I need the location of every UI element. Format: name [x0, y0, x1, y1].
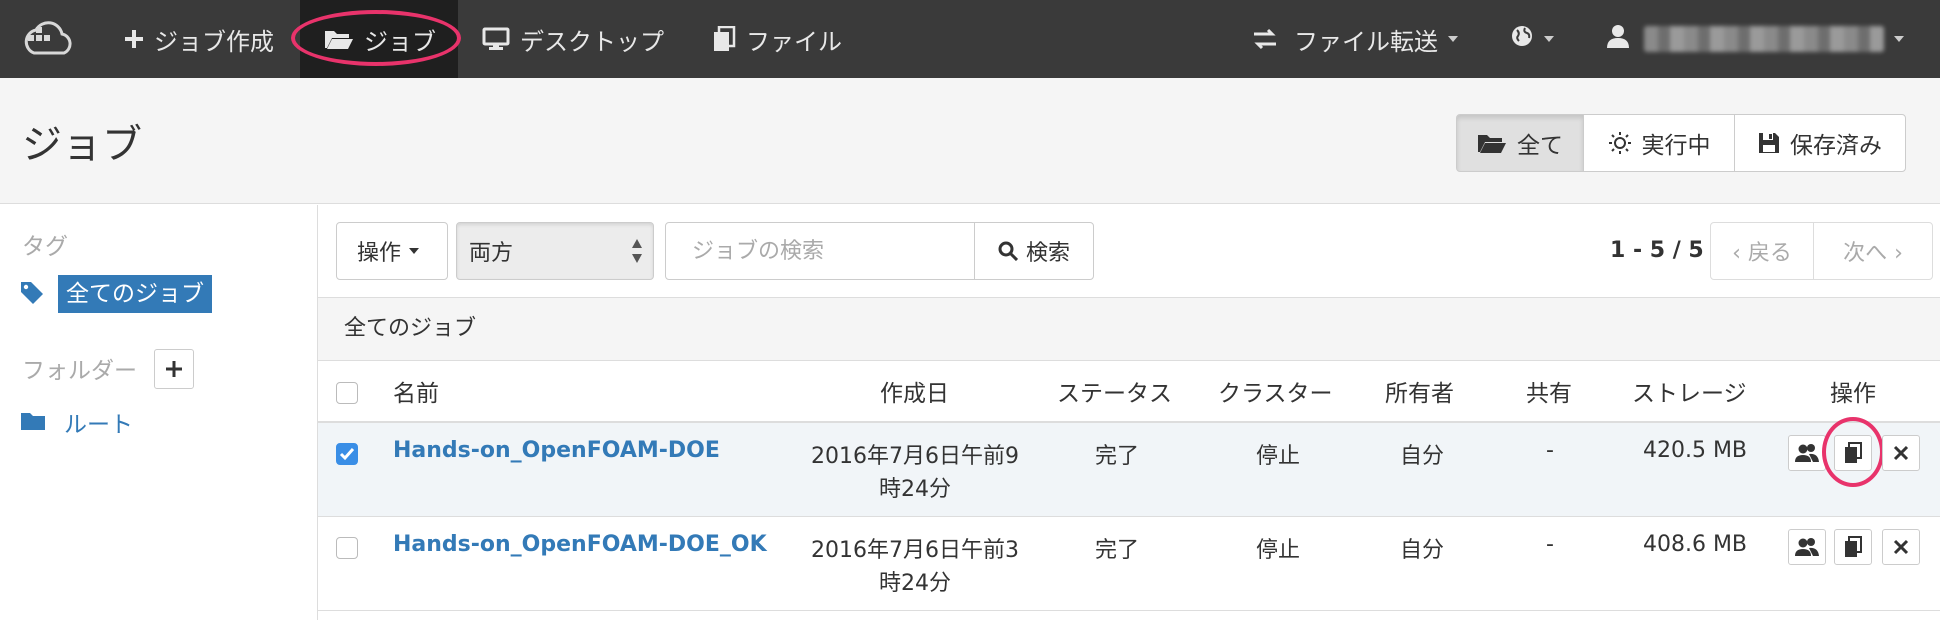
language-menu[interactable]	[1510, 0, 1554, 78]
created-date-line2: 時24分	[879, 571, 951, 596]
chevron-down-icon	[1448, 36, 1458, 42]
copy-icon	[1845, 536, 1862, 557]
nav-file-transfer-label: ファイル転送	[1294, 27, 1438, 56]
column-header-owner[interactable]: 所有者	[1385, 374, 1454, 408]
job-storage: 408.6 MB	[1642, 532, 1748, 557]
nav-files[interactable]: ファイル	[712, 0, 842, 78]
checkmark-icon	[339, 448, 355, 461]
tags-heading: タグ	[22, 234, 68, 260]
scope-select-value: 両方	[469, 241, 514, 266]
job-owner: 自分	[1399, 444, 1444, 469]
column-header-shared[interactable]: 共有	[1526, 374, 1572, 408]
highlight-ring	[291, 10, 461, 66]
panel-title: 全てのジョブ	[318, 297, 1940, 361]
column-header-created[interactable]: 作成日	[880, 374, 949, 408]
chevron-down-icon	[1894, 36, 1904, 42]
filter-all-button[interactable]: 全て	[1456, 114, 1584, 172]
chevron-down-icon	[409, 248, 420, 254]
user-menu[interactable]	[1606, 0, 1904, 78]
tag-icon	[20, 281, 44, 309]
job-name-link[interactable]: Hands-on_OpenFOAM-DOE	[393, 438, 720, 463]
sidebar-item-root[interactable]: ルート	[64, 405, 133, 439]
column-header-name[interactable]: 名前	[393, 374, 439, 408]
search-button[interactable]: 検索	[974, 222, 1094, 280]
filter-all-label: 全て	[1517, 133, 1563, 159]
plus-icon	[124, 29, 144, 49]
folders-heading: フォルダー	[22, 358, 137, 384]
monitor-icon	[482, 27, 510, 51]
share-button[interactable]	[1788, 435, 1826, 471]
row-checkbox[interactable]	[336, 537, 358, 559]
job-cluster-status: 停止	[1255, 538, 1300, 563]
user-icon	[1606, 24, 1630, 54]
user-name-redacted	[1644, 26, 1884, 52]
filter-running-button[interactable]: 実行中	[1583, 114, 1735, 172]
sun-icon	[1608, 131, 1632, 155]
pager-next-button[interactable]: 次へ ›	[1813, 222, 1933, 280]
nav-desktop[interactable]: デスクトップ	[482, 0, 664, 78]
filter-saved-button[interactable]: 保存済み	[1734, 114, 1906, 172]
column-header-status[interactable]: ステータス	[1057, 374, 1172, 408]
page-title: ジョブ	[22, 122, 142, 168]
chevron-down-icon	[1544, 36, 1554, 42]
copy-button[interactable]	[1834, 529, 1872, 565]
nav-create-job[interactable]: ジョブ作成	[124, 0, 274, 78]
created-date-line1: 2016年7月6日午前9	[811, 444, 1019, 469]
add-folder-button[interactable]	[154, 349, 194, 389]
row-checkbox[interactable]	[336, 443, 358, 465]
cloud-logo-icon[interactable]	[20, 0, 78, 78]
save-icon	[1758, 132, 1780, 154]
highlight-ring	[1822, 417, 1884, 487]
close-icon	[1893, 539, 1909, 555]
share-button[interactable]	[1788, 529, 1826, 565]
job-shared: -	[1546, 438, 1554, 463]
select-all-checkbox[interactable]	[336, 382, 358, 404]
job-shared: -	[1546, 532, 1554, 557]
users-icon	[1795, 444, 1819, 462]
folder-open-icon	[1477, 132, 1507, 154]
folder-icon	[20, 411, 46, 435]
filter-saved-label: 保存済み	[1790, 133, 1882, 159]
column-header-cluster[interactable]: クラスター	[1218, 374, 1333, 408]
pager-prev-button[interactable]: ‹ 戻る	[1710, 222, 1814, 280]
column-header-actions: 操作	[1830, 381, 1876, 407]
sidebar: タグ 全てのジョブ フォルダー ルート	[0, 205, 318, 620]
delete-button[interactable]	[1882, 529, 1920, 565]
pager-count: 1 - 5 / 5	[1610, 238, 1704, 263]
search-input[interactable]	[665, 222, 975, 280]
page-header: ジョブ 全て 実行中 保存済み	[0, 78, 1940, 204]
files-icon	[712, 26, 736, 52]
created-date-line1: 2016年7月6日午前3	[811, 538, 1019, 563]
column-header-storage[interactable]: ストレージ	[1632, 374, 1747, 408]
delete-button[interactable]	[1882, 435, 1920, 471]
nav-create-job-label: ジョブ作成	[154, 27, 274, 56]
job-status: 完了	[1094, 538, 1139, 563]
search-icon	[998, 241, 1018, 261]
actions-dropdown[interactable]: 操作	[336, 222, 448, 280]
exchange-icon	[1252, 28, 1278, 50]
top-navbar: ジョブ作成 ジョブ デスクトップ ファイル ファイル転送	[0, 0, 1940, 78]
users-icon	[1795, 538, 1819, 556]
job-owner: 自分	[1399, 538, 1444, 563]
job-cluster-status: 停止	[1255, 444, 1300, 469]
updown-arrows-icon	[631, 237, 643, 271]
job-name-link[interactable]: Hands-on_OpenFOAM-DOE_OK	[393, 532, 767, 557]
filter-running-label: 実行中	[1641, 133, 1711, 159]
actions-dropdown-label: 操作	[357, 241, 402, 266]
created-date-line2: 時24分	[879, 477, 951, 502]
job-storage: 420.5 MB	[1642, 438, 1748, 463]
nav-desktop-label: デスクトップ	[520, 27, 664, 56]
globe-icon	[1510, 24, 1534, 54]
close-icon	[1893, 445, 1909, 461]
nav-file-transfer[interactable]: ファイル転送	[1252, 0, 1458, 78]
search-button-label: 検索	[1025, 241, 1070, 266]
scope-select[interactable]: 両方	[456, 222, 654, 280]
sidebar-item-all-jobs[interactable]: 全てのジョブ	[58, 275, 212, 313]
job-status: 完了	[1094, 444, 1139, 469]
plus-icon	[166, 361, 182, 377]
nav-files-label: ファイル	[746, 27, 842, 56]
